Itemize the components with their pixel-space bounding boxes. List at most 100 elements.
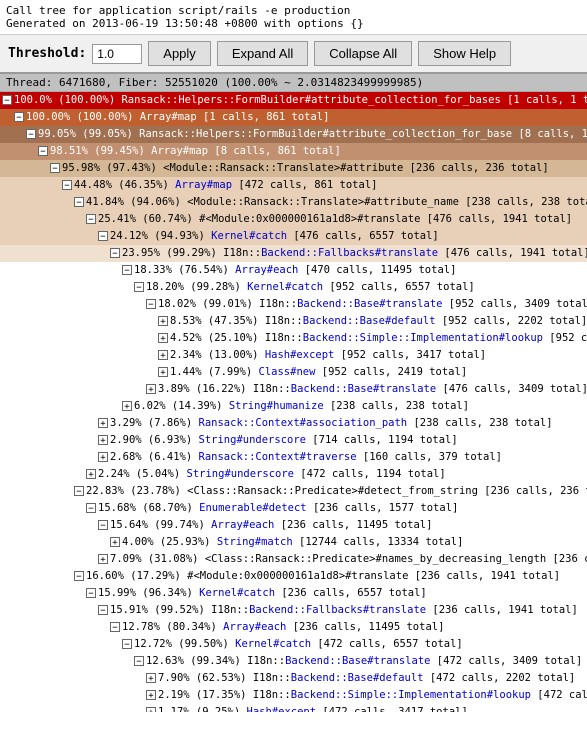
tree-toggle[interactable]: + xyxy=(98,554,108,564)
method-link[interactable]: Backend::Base#translate xyxy=(291,383,436,395)
tree-toggle[interactable]: + xyxy=(98,452,108,462)
tree-toggle[interactable]: + xyxy=(146,690,156,700)
tree-toggle[interactable]: − xyxy=(122,639,132,649)
tree-toggle[interactable]: − xyxy=(74,197,84,207)
tree-row: −44.48% (46.35%) Array#map [472 calls, 8… xyxy=(0,177,587,194)
tree-toggle[interactable]: − xyxy=(122,265,132,275)
tree-toggle[interactable]: − xyxy=(86,588,96,598)
threshold-input[interactable] xyxy=(92,44,142,64)
tree-row-suffix: [12744 calls, 13334 total] xyxy=(293,536,464,548)
tree-toggle[interactable]: − xyxy=(38,146,48,156)
tree-toggle[interactable]: + xyxy=(146,673,156,683)
tree-row: −41.84% (94.06%) <Module::Ransack::Trans… xyxy=(0,194,587,211)
method-link[interactable]: Array#each xyxy=(223,621,286,633)
tree-row-suffix: [952 calls, 3417 total] xyxy=(334,349,486,361)
tree-toggle[interactable]: + xyxy=(146,707,156,712)
tree-toggle[interactable]: + xyxy=(158,350,168,360)
method-link[interactable]: Ransack::Context#traverse xyxy=(199,451,357,463)
apply-button[interactable]: Apply xyxy=(148,41,211,66)
method-link[interactable]: Backend::Base#translate xyxy=(297,298,442,310)
tree-toggle[interactable]: − xyxy=(86,214,96,224)
tree-toggle[interactable]: + xyxy=(158,316,168,326)
collapse-all-button[interactable]: Collapse All xyxy=(314,41,412,66)
method-link[interactable]: String#match xyxy=(217,536,293,548)
method-link[interactable]: Backend::Fallbacks#translate xyxy=(249,604,426,616)
method-link[interactable]: Backend::Fallbacks#translate xyxy=(261,247,438,259)
tree-row-text: 16.60% (17.29%) #<Module:0x000000161a1d8… xyxy=(86,570,560,582)
tree-toggle[interactable]: + xyxy=(158,367,168,377)
tree-row: −15.64% (99.74%) Array#each [236 calls, … xyxy=(0,517,587,534)
tree-container[interactable]: −100.0% (100.00%) Ransack::Helpers::Form… xyxy=(0,92,587,712)
method-link[interactable]: Array#map xyxy=(151,145,208,157)
tree-toggle[interactable]: + xyxy=(98,418,108,428)
tree-row-text: 44.48% (46.35%) xyxy=(74,179,175,191)
tree-toggle[interactable]: − xyxy=(110,622,120,632)
tree-toggle[interactable]: + xyxy=(158,333,168,343)
method-link[interactable]: Ransack::Helpers::FormBuilder#attribute_… xyxy=(139,128,512,140)
tree-row-text: 12.63% (99.34%) I18n:: xyxy=(146,655,285,667)
tree-row-text: 2.68% (6.41%) xyxy=(110,451,199,463)
show-help-button[interactable]: Show Help xyxy=(418,41,511,66)
tree-toggle[interactable]: − xyxy=(98,605,108,615)
tree-row: −12.63% (99.34%) I18n::Backend::Base#tra… xyxy=(0,653,587,670)
tree-row: −100.0% (100.00%) Ransack::Helpers::Form… xyxy=(0,92,587,109)
tree-toggle[interactable]: − xyxy=(110,248,120,258)
tree-toggle[interactable]: − xyxy=(74,571,84,581)
tree-toggle[interactable]: + xyxy=(146,384,156,394)
tree-toggle[interactable]: − xyxy=(98,520,108,530)
tree-toggle[interactable]: + xyxy=(122,401,132,411)
tree-toggle[interactable]: + xyxy=(110,537,120,547)
tree-row-text: 24.12% (94.93%) xyxy=(110,230,211,242)
tree-row-suffix: [238 calls, 238 total] xyxy=(407,417,552,429)
method-link[interactable]: Array#map xyxy=(140,111,197,123)
tree-row-suffix: [236 calls, 11495 total] xyxy=(286,621,444,633)
method-link[interactable]: Kernel#catch xyxy=(235,638,311,650)
tree-toggle[interactable]: − xyxy=(86,503,96,513)
tree-toggle[interactable]: − xyxy=(74,486,84,496)
tree-row-text: 12.78% (80.34%) xyxy=(122,621,223,633)
method-link[interactable]: Backend::Base#translate xyxy=(285,655,430,667)
tree-row-text: 18.02% (99.01%) I18n:: xyxy=(158,298,297,310)
tree-toggle[interactable]: − xyxy=(134,656,144,666)
method-link[interactable]: String#humanize xyxy=(229,400,324,412)
tree-row: −15.68% (68.70%) Enumerable#detect [236 … xyxy=(0,500,587,517)
method-link[interactable]: String#underscore xyxy=(187,468,294,480)
tree-row: −24.12% (94.93%) Kernel#catch [476 calls… xyxy=(0,228,587,245)
method-link[interactable]: Ransack::Helpers::FormBuilder#attribute_… xyxy=(121,94,500,106)
tree-toggle[interactable]: − xyxy=(134,282,144,292)
tree-toggle[interactable]: − xyxy=(14,112,24,122)
method-link[interactable]: Hash#except xyxy=(247,706,317,712)
method-link[interactable]: Backend::Base#default xyxy=(303,315,436,327)
tree-row: +8.53% (47.35%) I18n::Backend::Base#defa… xyxy=(0,313,587,330)
tree-toggle[interactable]: − xyxy=(62,180,72,190)
expand-all-button[interactable]: Expand All xyxy=(217,41,308,66)
tree-row-suffix: [1 calls, 861 total] xyxy=(197,111,330,123)
tree-row-suffix: [1 calls, 1 total] xyxy=(501,94,587,106)
tree-toggle[interactable]: − xyxy=(50,163,60,173)
method-link[interactable]: Array#map xyxy=(175,179,232,191)
method-link[interactable]: Hash#except xyxy=(265,349,335,361)
method-link[interactable]: Backend::Simple::Implementation#lookup xyxy=(303,332,543,344)
method-link[interactable]: Ransack::Context#association_path xyxy=(199,417,408,429)
tree-row-text: 2.90% (6.93%) xyxy=(110,434,199,446)
tree-toggle[interactable]: − xyxy=(98,231,108,241)
tree-row-suffix: [476 calls, 1941 total] xyxy=(438,247,587,259)
method-link[interactable]: Backend::Base#default xyxy=(291,672,424,684)
method-link[interactable]: Array#each xyxy=(211,519,274,531)
tree-toggle[interactable]: + xyxy=(98,435,108,445)
method-link[interactable]: Kernel#catch xyxy=(211,230,287,242)
tree-row-suffix: [472 calls, 3409 total] xyxy=(430,655,582,667)
method-link[interactable]: Kernel#catch xyxy=(199,587,275,599)
method-link[interactable]: String#underscore xyxy=(199,434,306,446)
tree-row: −12.78% (80.34%) Array#each [236 calls, … xyxy=(0,619,587,636)
method-link[interactable]: Kernel#catch xyxy=(247,281,323,293)
tree-toggle[interactable]: − xyxy=(146,299,156,309)
method-link[interactable]: Array#each xyxy=(235,264,298,276)
method-link[interactable]: Class#new xyxy=(259,366,316,378)
tree-toggle[interactable]: + xyxy=(86,469,96,479)
tree-row: −12.72% (99.50%) Kernel#catch [472 calls… xyxy=(0,636,587,653)
method-link[interactable]: Backend::Simple::Implementation#lookup xyxy=(291,689,531,701)
tree-toggle[interactable]: − xyxy=(2,95,12,105)
tree-toggle[interactable]: − xyxy=(26,129,36,139)
method-link[interactable]: Enumerable#detect xyxy=(199,502,306,514)
